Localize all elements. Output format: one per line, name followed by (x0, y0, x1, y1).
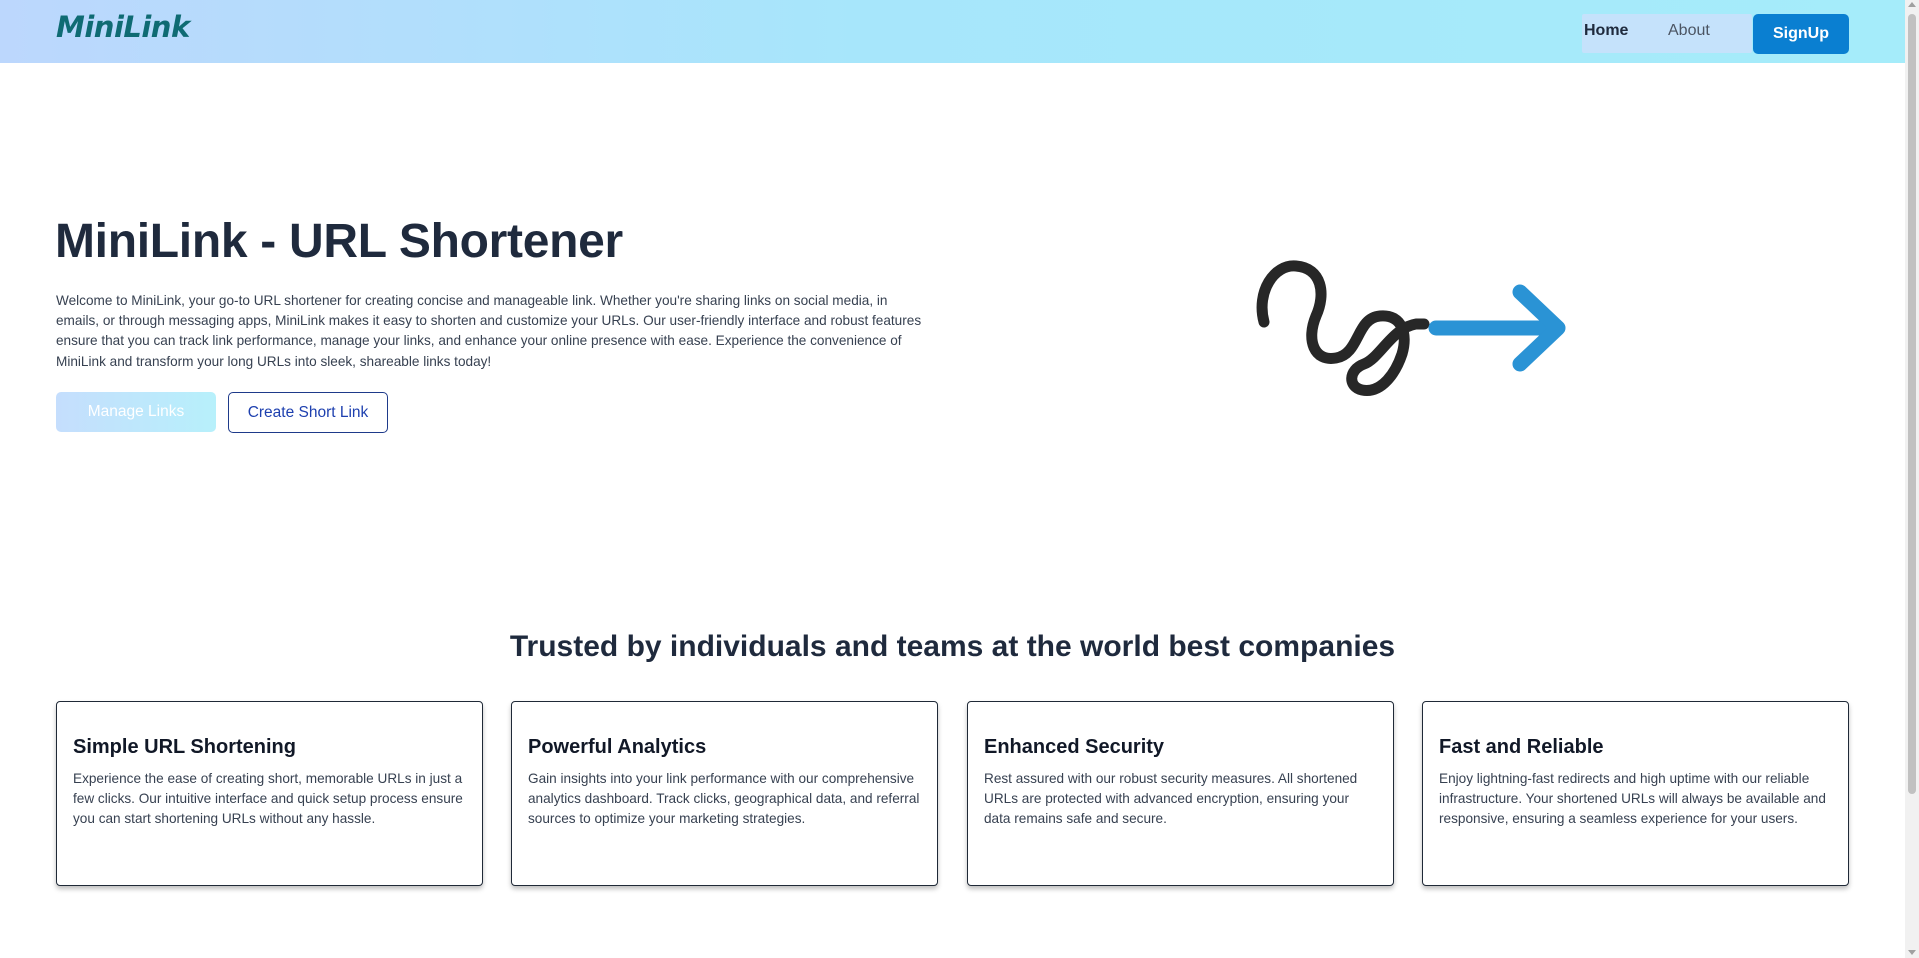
card-text: Experience the ease of creating short, m… (73, 771, 463, 827)
feature-card-simple-shortening: Simple URL Shortening Experience the eas… (56, 701, 483, 886)
signup-button[interactable]: SignUp (1753, 14, 1849, 54)
hero-title: MiniLink - URL Shortener (55, 215, 623, 268)
feature-card-security: Enhanced Security Rest assured with our … (967, 701, 1394, 886)
card-text: Enjoy lightning-fast redirects and high … (1439, 771, 1826, 827)
create-short-link-button[interactable]: Create Short Link (228, 392, 388, 433)
feature-card-reliable: Fast and Reliable Enjoy lightning-fast r… (1422, 701, 1849, 886)
logo[interactable]: MiniLink (56, 10, 190, 44)
card-title: Powerful Analytics (528, 736, 707, 758)
scroll-down-icon[interactable] (1908, 950, 1916, 955)
card-text: Gain insights into your link performance… (528, 771, 920, 827)
card-title: Enhanced Security (984, 736, 1165, 758)
nav-home-link[interactable]: Home (1584, 22, 1628, 40)
trusted-section-title: Trusted by individuals and teams at the … (509, 630, 1396, 663)
squiggle-icon (1256, 260, 1430, 396)
scroll-up-icon[interactable] (1908, 2, 1916, 7)
nav-about-link[interactable]: About (1668, 22, 1710, 40)
card-text: Rest assured with our robust security me… (984, 771, 1358, 827)
hero-description: Welcome to MiniLink, your go-to URL shor… (56, 293, 922, 369)
scrollbar-thumb[interactable] (1908, 14, 1916, 794)
link-shortening-illustration (1256, 260, 1566, 396)
manage-links-button[interactable]: Manage Links (56, 392, 216, 432)
feature-card-analytics: Powerful Analytics Gain insights into yo… (511, 701, 938, 886)
card-title: Simple URL Shortening (73, 736, 296, 758)
card-title: Fast and Reliable (1439, 736, 1604, 758)
